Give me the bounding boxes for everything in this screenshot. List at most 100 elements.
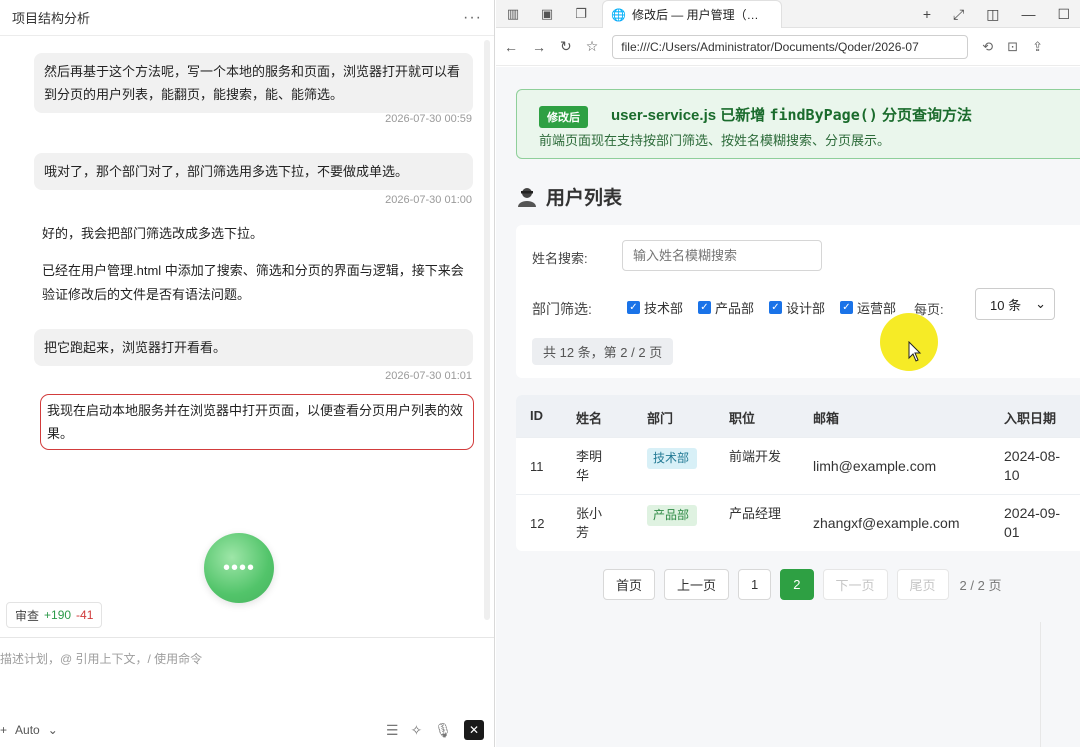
message-text: 把它跑起来，浏览器打开看看。 <box>44 340 227 355</box>
cell-position: 前端开发 <box>729 449 782 464</box>
last-page-button[interactable]: 尾页 <box>896 568 949 600</box>
prev-page-button[interactable]: 上一页 <box>664 568 730 600</box>
review-changes-button[interactable]: 审查 +190 -41 <box>6 602 103 628</box>
chat-title: 项目结构分析 <box>12 11 91 26</box>
expand-icon[interactable]: ⤢ <box>953 6 964 23</box>
tab-title: 修改后 — 用户管理（… <box>631 8 759 22</box>
assistant-message-highlighted: 我现在启动本地服务并在浏览器中打开页面，以便查看分页用户列表的效果。 <box>40 394 474 450</box>
microphone-icon[interactable]: 🎙 <box>434 722 452 739</box>
page-title: 用户列表 <box>516 183 622 210</box>
cell-id: 12 <box>530 516 545 531</box>
divider <box>1040 622 1041 747</box>
new-tab-icon[interactable]: + <box>923 6 931 22</box>
map-icon[interactable]: ▥ <box>496 6 530 22</box>
checkbox-label: 设计部 <box>786 301 826 316</box>
message-text: 然后再基于这个方法呢，写一个本地的服务和页面，浏览器打开就可以看到分页的用户列表… <box>44 64 461 102</box>
message-text: 哦对了，那个部门对了，部门筛选用多选下拉，不要做成单选。 <box>44 164 409 179</box>
lines-added: +190 <box>44 608 72 622</box>
change-notice: 修改后 user-service.js 已新增 findByPage() 分页查… <box>516 89 1080 159</box>
notice-heading: user-service.js 已新增 findByPage() 分页查询方法 <box>611 104 972 125</box>
maximize-icon[interactable]: ☐ <box>1057 6 1070 23</box>
dept-tag: 技术部 <box>647 448 697 469</box>
name-search-input[interactable] <box>622 240 822 271</box>
assistant-message: 好的，我会把部门筛选改成多选下拉。 <box>42 226 264 241</box>
screenshot-icon[interactable]: ⊡ <box>1007 39 1018 55</box>
checkbox-checked-icon: ✓ <box>698 301 711 314</box>
composer: 描述计划，@ 引用上下文，/ 使用命令 + Auto ⌄ ☰ ✧ 🎙 ✕ <box>0 637 494 747</box>
table-row[interactable]: 11 李明华 技术部 前端开发 limh@example.com 2024-08… <box>516 437 1080 494</box>
cell-name: 李明华 <box>576 449 603 483</box>
checkbox-label: 技术部 <box>644 301 684 316</box>
next-page-button[interactable]: 下一页 <box>822 568 888 600</box>
page-2-button[interactable]: 2 <box>780 568 814 600</box>
mouse-cursor-icon <box>908 341 922 362</box>
minimize-icon[interactable]: — <box>1021 6 1035 22</box>
col-header-position: 职位 <box>729 411 756 426</box>
sidebar-toggle-icon[interactable]: ◫ <box>986 6 999 23</box>
scrollbar-thumb[interactable] <box>484 40 490 620</box>
page-info: 2 / 2 页 <box>959 577 1002 593</box>
message-timestamp: 2026-07-30 01:01 <box>385 370 472 382</box>
cell-position: 产品经理 <box>729 506 782 521</box>
url-input[interactable]: file:///C:/Users/Administrator/Documents… <box>612 34 969 59</box>
table-header: ID 姓名 部门 职位 邮箱 入职日期 <box>516 395 1080 437</box>
cell-name: 张小芳 <box>576 506 603 540</box>
dots-icon: •••• <box>222 556 255 579</box>
model-selector[interactable]: + Auto ⌄ <box>0 723 58 737</box>
window-controls: + ⤢ ◫ — ☐ <box>923 0 1070 28</box>
back-icon[interactable]: ← <box>504 39 518 55</box>
dept-label: 部门筛选: <box>532 301 592 317</box>
search-label: 姓名搜索: <box>532 251 588 266</box>
perpage-select[interactable]: 10 条 ⌄ <box>975 288 1055 320</box>
sparkle-icon[interactable]: ✧ <box>410 722 422 739</box>
address-bar: ← → ↻ ☆ file:///C:/Users/Administrator/D… <box>496 28 1080 66</box>
col-header-name: 姓名 <box>576 411 603 426</box>
star-icon[interactable]: ☆ <box>586 38 599 55</box>
composer-tools: ☰ ✧ 🎙 ✕ <box>386 720 484 740</box>
notice-method: findByPage() <box>769 106 878 124</box>
model-name: Auto <box>15 723 40 737</box>
cell-date: 2024-09-01 <box>1004 505 1061 540</box>
dept-checkbox-tech[interactable]: ✓ 技术部 <box>627 298 683 317</box>
dept-checkbox-product[interactable]: ✓ 产品部 <box>698 298 754 317</box>
plus-icon[interactable]: + <box>0 723 7 737</box>
share-icon[interactable]: ⇪ <box>1032 39 1043 55</box>
terminal-icon[interactable]: ▣ <box>530 6 564 22</box>
table-row[interactable]: 12 张小芳 产品部 产品经理 zhangxf@example.com 2024… <box>516 494 1080 551</box>
copy-icon[interactable]: ❐ <box>564 6 598 22</box>
forward-icon[interactable]: → <box>532 39 546 55</box>
first-page-button[interactable]: 首页 <box>603 568 656 600</box>
user-table: ID 姓名 部门 职位 邮箱 入职日期 11 李明华 技术部 前端开发 limh… <box>516 395 1080 551</box>
browser-window: ▥ ▣ ❐ 🌐 修改后 — 用户管理（… + ⤢ ◫ — ☐ ← → ↻ ☆ f… <box>496 0 1080 747</box>
more-options-icon[interactable]: ··· <box>463 9 482 27</box>
chevron-down-icon: ⌄ <box>47 723 58 737</box>
checkbox-label: 运营部 <box>857 301 897 316</box>
message-text: 我现在启动本地服务并在浏览器中打开页面，以便查看分页用户列表的效果。 <box>47 403 464 441</box>
cell-email: limh@example.com <box>813 458 937 474</box>
chat-header: 项目结构分析 ··· <box>0 0 494 36</box>
modified-badge: 修改后 <box>539 106 588 128</box>
extension-icon[interactable]: ⟲ <box>982 39 993 55</box>
dept-checkbox-design[interactable]: ✓ 设计部 <box>769 298 825 317</box>
checkbox-checked-icon: ✓ <box>840 301 853 314</box>
cell-id: 11 <box>530 459 544 474</box>
cell-date: 2024-08-10 <box>1004 448 1061 483</box>
notice-added: 已新增 <box>720 107 766 124</box>
perpage-value: 10 条 <box>990 297 1022 313</box>
filter-panel: 姓名搜索: 部门筛选: ✓ 技术部 ✓ 产品部 ✓ 设计部 ✓ 运营部 每页: … <box>516 225 1080 378</box>
web-page: 修改后 user-service.js 已新增 findByPage() 分页查… <box>496 67 1080 747</box>
composer-input[interactable]: 描述计划，@ 引用上下文，/ 使用命令 <box>0 650 202 667</box>
notice-method-desc: 分页查询方法 <box>881 107 972 124</box>
browser-tab[interactable]: 🌐 修改后 — 用户管理（… <box>602 0 782 28</box>
lines-removed: -41 <box>76 608 94 622</box>
review-label: 审查 <box>15 608 40 623</box>
page-title-text: 用户列表 <box>546 188 623 209</box>
stop-button[interactable]: ✕ <box>464 720 484 740</box>
chat-panel: 项目结构分析 ··· 然后再基于这个方法呢，写一个本地的服务和页面，浏览器打开就… <box>0 0 495 747</box>
dept-checkbox-ops[interactable]: ✓ 运营部 <box>840 298 896 317</box>
page-1-button[interactable]: 1 <box>738 568 772 600</box>
list-icon[interactable]: ☰ <box>386 722 399 739</box>
reload-icon[interactable]: ↻ <box>560 38 572 55</box>
thinking-indicator-button[interactable]: •••• <box>204 533 274 603</box>
chat-scrollbar[interactable] <box>484 40 490 620</box>
